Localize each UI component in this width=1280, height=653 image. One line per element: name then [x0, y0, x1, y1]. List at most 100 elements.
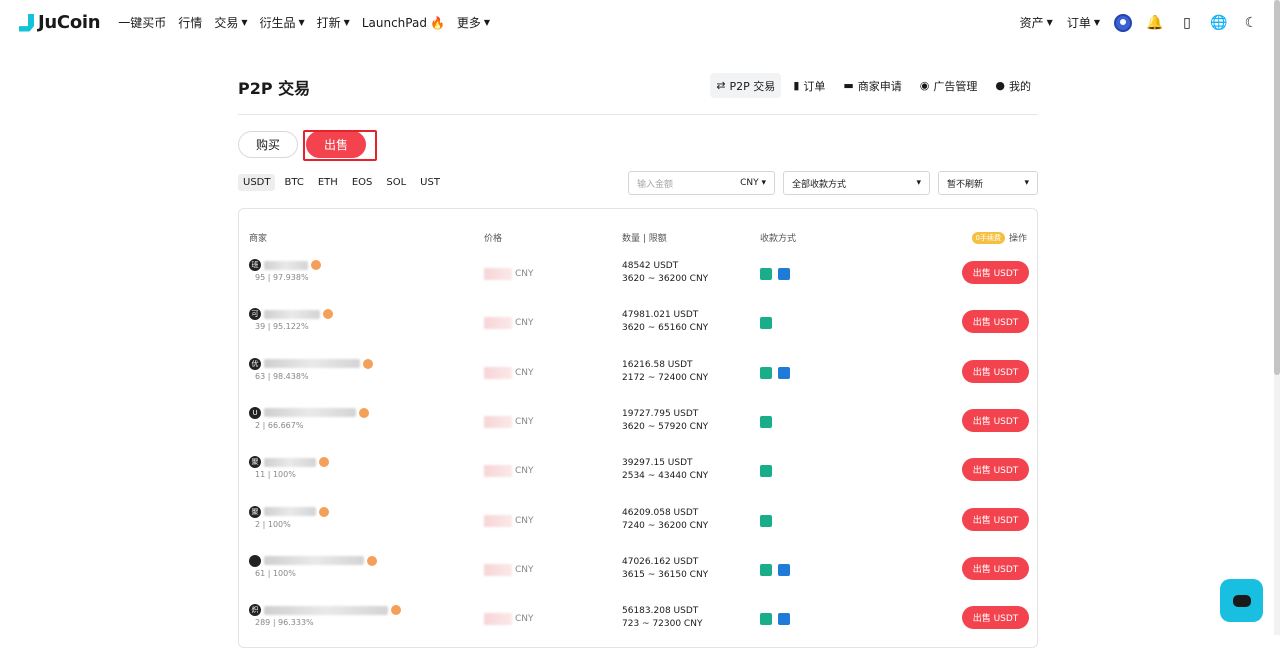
payment-methods	[760, 317, 772, 330]
brand-logo[interactable]: JuCoin	[16, 12, 101, 33]
store-icon: ▬	[843, 79, 854, 92]
amount-placeholder: 输入金额	[637, 179, 674, 190]
merchant-name[interactable]: 可	[249, 308, 333, 321]
merchant-avatar: 聚	[249, 505, 261, 518]
user-avatar[interactable]	[1114, 13, 1132, 32]
merchant-name[interactable]: 优	[249, 357, 373, 370]
wechat-pay-icon	[760, 563, 772, 576]
price-blurred	[484, 268, 512, 280]
merchant-stats: 289 | 96.333%	[255, 618, 314, 628]
page-scrollbar[interactable]	[1274, 0, 1280, 635]
merchant-name[interactable]	[249, 554, 377, 567]
header-quantity: 数量 | 限额	[622, 234, 667, 244]
nav-item-6[interactable]: 更多 ▼	[457, 14, 490, 31]
sell-usdt-button[interactable]: 出售 USDT	[962, 507, 1029, 531]
subnav-ad-management[interactable]: ◉ 广告管理	[914, 73, 984, 98]
table-row: 炽 289 | 96.333% CNY 56183.208 USDT 723 ~…	[239, 604, 1039, 653]
merchant-name-blurred	[264, 605, 388, 615]
chevron-down-icon: ▼	[241, 18, 248, 27]
table-row: 聚 11 | 100% CNY 39297.15 USDT 2534 ~ 434…	[239, 456, 1039, 505]
subnav-mine[interactable]: ● 我的	[989, 73, 1037, 98]
quantity-cell: 19727.795 USDT 3620 ~ 57920 CNY	[622, 408, 709, 432]
user-icon: ●	[995, 79, 1005, 92]
order-icon: ▮	[793, 79, 800, 92]
currency-select[interactable]: CNY ▾	[740, 178, 766, 188]
moon-icon[interactable]: ☾	[1242, 14, 1260, 32]
alipay-pay-icon	[778, 563, 790, 576]
coin-tab-btc[interactable]: BTC	[279, 174, 308, 191]
sell-usdt-button[interactable]: 出售 USDT	[962, 556, 1029, 580]
sell-usdt-button[interactable]: 出售 USDT	[962, 606, 1029, 630]
merchant-name[interactable]: 班	[249, 259, 321, 271]
merchant-avatar: 炽	[249, 604, 261, 617]
table-row: 可 39 | 95.122% CNY 47981.021 USDT 3620 ~…	[239, 308, 1039, 357]
sell-usdt-button[interactable]: 出售 USDT	[962, 359, 1029, 383]
price-blurred	[484, 317, 512, 330]
bell-icon[interactable]: 🔔	[1146, 14, 1164, 32]
coin-tab-eth[interactable]: ETH	[313, 174, 343, 191]
verified-badge-icon	[359, 407, 369, 418]
price-cell: CNY	[484, 465, 534, 478]
nav-item-0[interactable]: 一键买币	[118, 14, 166, 31]
merchant-name[interactable]: 聚	[249, 456, 329, 469]
download-icon[interactable]: ▯	[1178, 14, 1196, 32]
subnav-p2p[interactable]: ⇄ P2P 交易	[710, 73, 782, 98]
merchant-avatar: 班	[249, 259, 261, 271]
merchant-stats: 11 | 100%	[255, 470, 296, 480]
table-row: 61 | 100% CNY 47026.162 USDT 3615 ~ 3615…	[239, 554, 1039, 604]
subnav-orders[interactable]: ▮ 订单	[787, 73, 831, 98]
merchant-avatar: U	[249, 406, 261, 419]
coin-tab-eos[interactable]: EOS	[347, 174, 378, 191]
subnav-merchant-apply[interactable]: ▬ 商家申请	[837, 73, 907, 98]
sell-usdt-button[interactable]: 出售 USDT	[962, 408, 1029, 432]
table-row: U 2 | 66.667% CNY 19727.795 USDT 3620 ~ …	[239, 406, 1039, 456]
ad-icon: ◉	[919, 79, 930, 92]
nav-item-5[interactable]: LaunchPad 🔥	[362, 16, 445, 30]
nav-orders[interactable]: 订单 ▼	[1067, 14, 1100, 31]
wechat-pay-icon	[760, 317, 772, 330]
merchant-name-blurred	[264, 359, 360, 369]
price-cell: CNY	[484, 366, 534, 379]
coin-tab-usdt[interactable]: USDT	[238, 174, 276, 191]
globe-icon[interactable]: 🌐	[1210, 14, 1228, 32]
merchant-avatar: 聚	[249, 456, 261, 469]
header-operation: 0手续费 操作	[971, 231, 1027, 244]
quantity-cell: 48542 USDT 3620 ~ 36200 CNY	[622, 261, 709, 284]
merchant-name-blurred	[264, 507, 316, 516]
table-row: 聚 2 | 100% CNY 46209.058 USDT 7240 ~ 362…	[239, 505, 1039, 555]
coin-tab-sol[interactable]: SOL	[381, 174, 411, 191]
price-cell: CNY	[484, 563, 534, 576]
nav-item-2[interactable]: 交易 ▼	[214, 14, 247, 31]
refresh-select[interactable]: 暂不刷新 ▾	[938, 171, 1038, 195]
chat-support-button[interactable]	[1220, 579, 1263, 622]
sell-usdt-button[interactable]: 出售 USDT	[962, 310, 1029, 334]
verified-badge-icon	[319, 457, 329, 468]
quantity-cell: 47026.162 USDT 3615 ~ 36150 CNY	[622, 556, 709, 580]
price-blurred	[484, 613, 512, 626]
chevron-down-icon: ▼	[298, 18, 305, 27]
merchant-name[interactable]: U	[249, 406, 369, 419]
page-title: P2P 交易	[238, 79, 311, 98]
coin-tab-ust[interactable]: UST	[415, 174, 445, 191]
alipay-pay-icon	[778, 366, 790, 379]
buy-tab-button[interactable]: 购买	[238, 131, 298, 158]
amount-input[interactable]: 输入金额 CNY ▾	[628, 171, 775, 195]
header-price: 价格	[484, 234, 503, 244]
nav-assets[interactable]: 资产 ▼	[1020, 14, 1053, 31]
merchant-name[interactable]: 聚	[249, 505, 329, 518]
merchant-avatar: 可	[249, 308, 261, 321]
quantity-cell: 39297.15 USDT 2534 ~ 43440 CNY	[622, 458, 709, 482]
zero-fee-badge: 0手续费	[971, 231, 1005, 244]
chevron-down-icon: ▾	[761, 178, 766, 188]
price-cell: CNY	[484, 415, 534, 428]
payment-method-select[interactable]: 全部收款方式 ▾	[783, 171, 930, 195]
nav-item-1[interactable]: 行情	[178, 14, 202, 31]
nav-item-3[interactable]: 衍生品 ▼	[259, 14, 304, 31]
sell-usdt-button[interactable]: 出售 USDT	[962, 261, 1029, 284]
sell-usdt-button[interactable]: 出售 USDT	[962, 458, 1029, 482]
wechat-pay-icon	[760, 514, 772, 527]
merchant-name-blurred	[264, 556, 364, 566]
nav-item-4[interactable]: 打新 ▼	[317, 14, 350, 31]
merchant-name[interactable]: 炽	[249, 604, 401, 617]
scrollbar-thumb[interactable]	[1274, 0, 1280, 375]
